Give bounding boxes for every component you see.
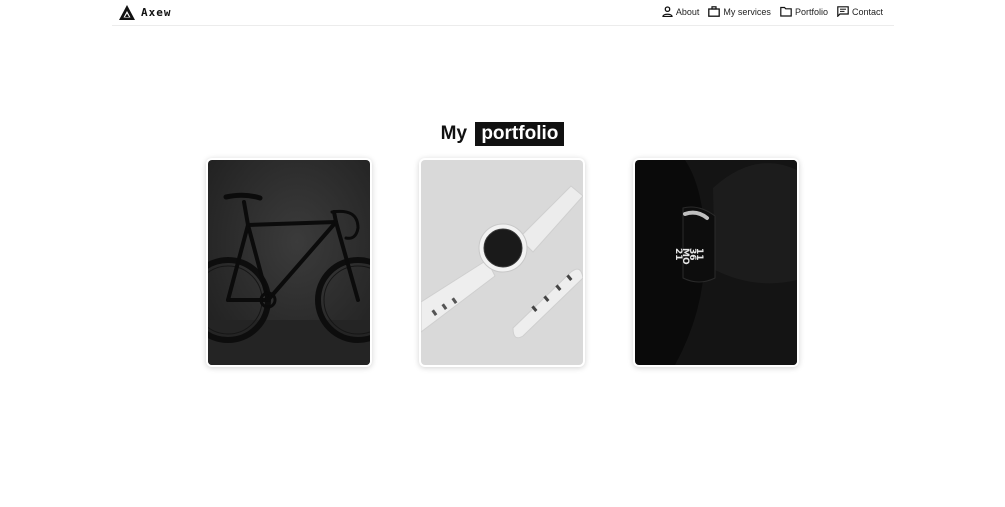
navbar: Axew About My services Portfolio Contact xyxy=(112,0,894,26)
person-icon xyxy=(662,6,676,17)
folder-icon xyxy=(780,6,795,17)
brand-name: Axew xyxy=(141,6,172,19)
heading-highlight: portfolio xyxy=(475,122,565,146)
nav-my-services[interactable]: My services xyxy=(708,6,771,17)
nav-portfolio-label: Portfolio xyxy=(794,6,828,17)
nav-about[interactable]: About xyxy=(662,6,700,17)
portfolio-card-smartwatch[interactable] xyxy=(419,158,585,367)
briefcase-icon xyxy=(708,6,723,17)
fitness-band-image: 11 36 MO 21 xyxy=(635,160,797,365)
triangle-logo-icon xyxy=(119,5,135,20)
nav-contact[interactable]: Contact xyxy=(837,6,883,17)
portfolio-card-fitness-band[interactable]: 11 36 MO 21 xyxy=(633,158,799,367)
nav-portfolio[interactable]: Portfolio xyxy=(780,6,828,17)
portfolio-card-bicycle[interactable] xyxy=(206,158,372,367)
portfolio-heading: My portfolio xyxy=(0,122,1005,146)
smartwatch-image xyxy=(421,160,583,365)
nav-about-label: About xyxy=(675,6,700,17)
main-nav: About My services Portfolio Contact xyxy=(653,6,883,17)
nav-my-services-label: My services xyxy=(723,6,771,17)
heading-prefix: My xyxy=(440,123,468,144)
chat-icon xyxy=(837,6,852,17)
bicycle-image xyxy=(208,160,370,365)
nav-contact-label: Contact xyxy=(851,6,883,17)
svg-text:21: 21 xyxy=(673,248,683,261)
brand-link[interactable]: Axew xyxy=(119,5,172,20)
